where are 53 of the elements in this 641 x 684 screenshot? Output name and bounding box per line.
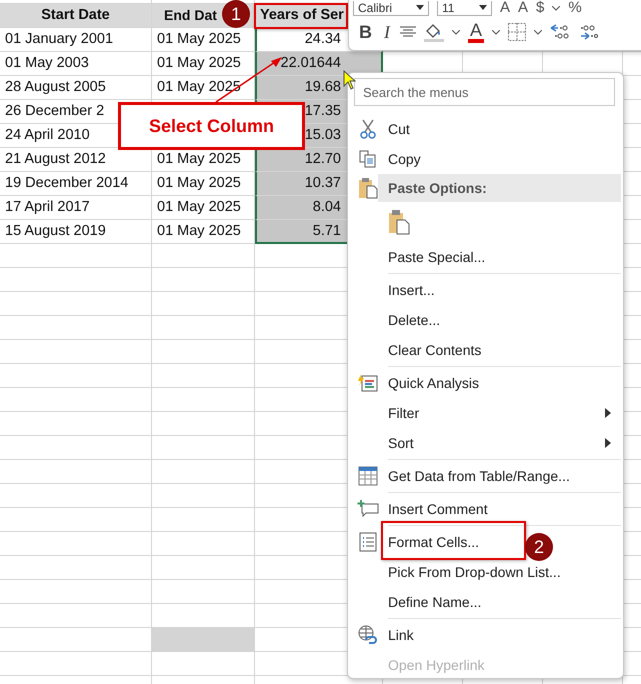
italic-button[interactable]: I — [382, 21, 392, 43]
comment-icon — [357, 500, 379, 518]
submenu-arrow-icon — [605, 408, 611, 418]
menu-item[interactable]: Define Name... — [348, 587, 494, 617]
table-cell: 28 August 2005 — [0, 76, 152, 100]
caret-icon[interactable] — [452, 30, 460, 34]
paste-button[interactable] — [388, 209, 410, 235]
caret-icon[interactable] — [534, 30, 542, 34]
font-name-field[interactable]: Calibri — [353, 0, 429, 16]
fill-bucket-icon[interactable] — [424, 22, 444, 42]
menu-item[interactable]: Insert Comment — [348, 494, 500, 524]
format-list-icon — [359, 532, 377, 552]
caret-icon[interactable] — [492, 30, 500, 34]
menu-item[interactable]: Insert... — [348, 275, 447, 305]
font-color-button[interactable]: A — [468, 21, 484, 43]
scissors-icon — [359, 119, 377, 139]
table-icon — [358, 466, 378, 486]
borders-icon[interactable] — [508, 23, 526, 41]
menu-item[interactable]: Get Data from Table/Range... — [348, 461, 582, 491]
column-header: Start Date — [0, 4, 152, 28]
percent-button[interactable]: % — [568, 0, 582, 16]
globe-link-icon — [358, 625, 378, 645]
caret-icon[interactable] — [552, 6, 560, 10]
table-cell: 01 May 2003 — [0, 52, 152, 76]
table-cell: 19 December 2014 — [0, 172, 152, 196]
dropdown-arrow-icon[interactable] — [479, 5, 487, 10]
decrease-decimal-icon[interactable] — [578, 24, 598, 40]
menu-item[interactable]: Paste Special... — [348, 242, 498, 272]
menu-item[interactable]: Filter — [348, 398, 621, 428]
dropdown-arrow-icon[interactable] — [416, 5, 424, 10]
table-cell: 01 January 2001 — [0, 28, 152, 52]
currency-button[interactable]: $ — [536, 0, 544, 16]
menu-section-header: Paste Options: — [378, 174, 621, 202]
menu-item[interactable]: Quick Analysis — [348, 368, 492, 398]
increase-decimal-icon[interactable] — [550, 24, 570, 40]
search-field[interactable]: Search the menus — [354, 78, 615, 106]
menu-item[interactable]: Clear Contents — [348, 335, 494, 365]
table-cell: 22.01644 — [255, 52, 383, 76]
menu-item[interactable]: Sort — [348, 428, 621, 458]
submenu-arrow-icon — [605, 438, 611, 448]
mouse-cursor-icon — [343, 70, 357, 90]
shrink-font-button[interactable]: A — [518, 0, 528, 16]
clipboard-icon — [358, 177, 378, 199]
copy-icon — [359, 150, 377, 168]
menu-item[interactable]: Delete... — [348, 305, 452, 335]
quick-analysis-icon — [358, 374, 378, 392]
menu-item[interactable]: Format Cells... — [348, 527, 492, 557]
align-center-icon[interactable] — [400, 26, 416, 38]
grow-font-button[interactable]: A — [500, 0, 510, 16]
table-cell: 17 April 2017 — [0, 196, 152, 220]
callout-label: Select Column — [118, 102, 305, 150]
font-size-field[interactable]: 11 — [437, 0, 492, 16]
menu-item[interactable]: Link — [348, 620, 426, 650]
